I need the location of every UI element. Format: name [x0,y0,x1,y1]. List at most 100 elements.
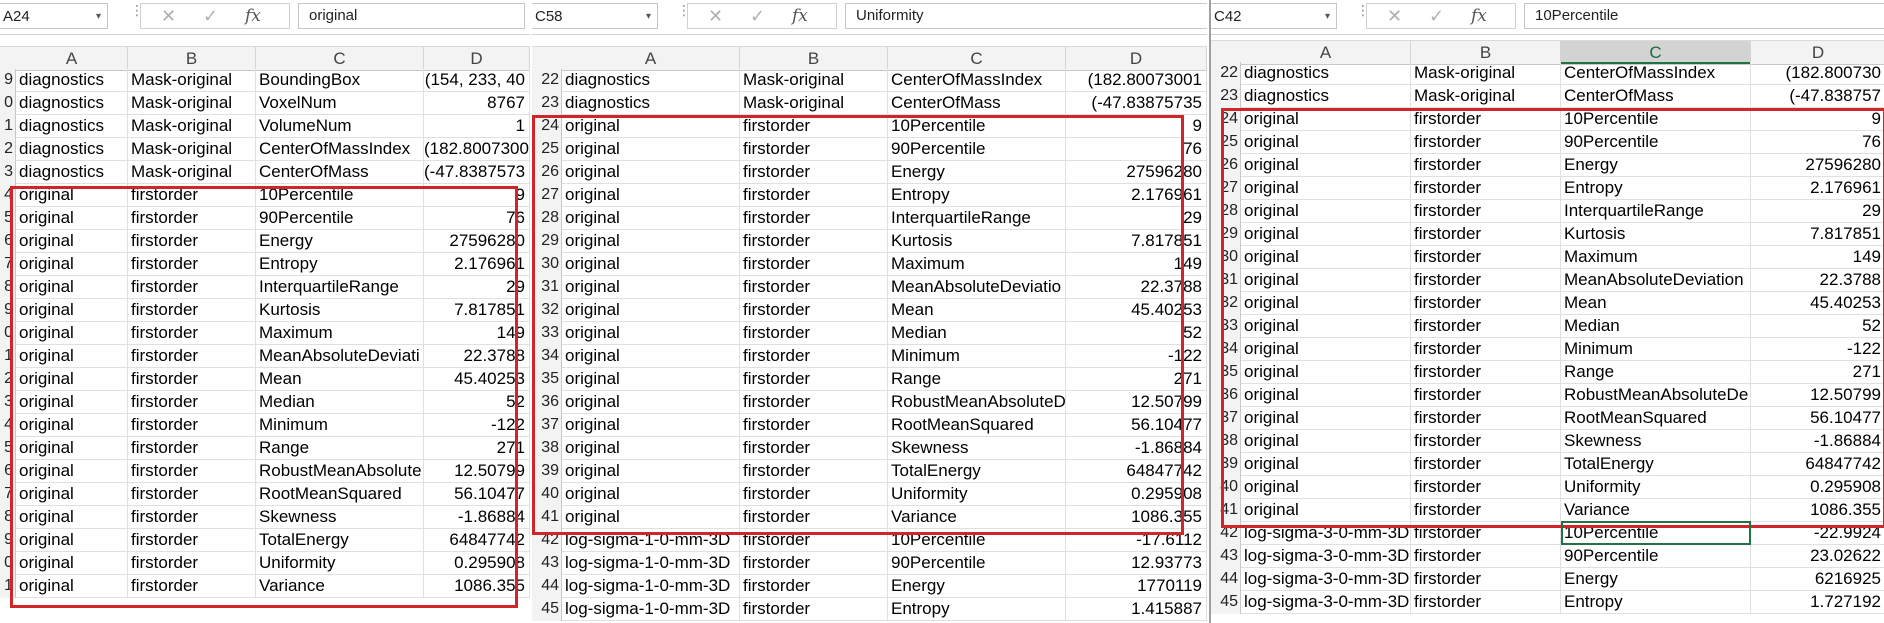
cell-c[interactable]: TotalEnergy [256,529,424,552]
cell-c[interactable]: RootMeanSquared [256,483,424,506]
cell-b[interactable]: firstorder [740,437,888,460]
cell-a[interactable]: log-sigma-3-0-mm-3D [1241,591,1411,614]
row-number[interactable]: 28 [532,207,562,230]
row-number[interactable]: 24 [1211,108,1241,131]
row-number[interactable]: 9 [0,299,16,322]
cell-a[interactable]: original [1241,430,1411,453]
row-number[interactable]: 23 [532,92,562,115]
row-number[interactable]: 40 [1211,476,1241,499]
cell-a[interactable]: original [562,230,740,253]
cancel-icon[interactable]: ✕ [708,7,723,25]
cell-d[interactable]: (-47.83875735 [1066,92,1207,115]
row-number[interactable]: 34 [1211,338,1241,361]
cell-c[interactable]: MeanAbsoluteDeviati [256,345,424,368]
cell-b[interactable]: firstorder [128,483,256,506]
cell-d[interactable]: 56.10477 [1751,407,1884,430]
cell-c[interactable]: Entropy [256,253,424,276]
row-number[interactable]: 28 [1211,200,1241,223]
cell-c[interactable]: CenterOfMass [888,92,1066,115]
cell-a[interactable]: original [1241,384,1411,407]
cell-b[interactable]: firstorder [740,483,888,506]
column-header-d[interactable]: D [1751,41,1884,64]
cell-c[interactable]: Energy [1561,154,1751,177]
cell-d[interactable]: 7.817851 [1751,223,1884,246]
enter-icon[interactable]: ✓ [1429,7,1444,25]
row-number[interactable]: 32 [1211,292,1241,315]
row-number[interactable]: 7 [0,483,16,506]
cell-b[interactable]: firstorder [128,230,256,253]
row-number[interactable]: 27 [1211,177,1241,200]
row-number[interactable]: 42 [1211,522,1241,545]
cell-d[interactable]: 27596280 [1066,161,1207,184]
cell-c[interactable]: Mean [1561,292,1751,315]
cell-d[interactable]: 149 [1066,253,1207,276]
column-header-a[interactable]: A [1241,41,1411,64]
column-header-c[interactable]: C [1561,41,1751,64]
row-number[interactable]: 22 [1211,62,1241,85]
cell-b[interactable]: firstorder [1411,407,1561,430]
cell-a[interactable]: original [16,483,128,506]
row-number[interactable]: 5 [0,207,16,230]
cell-b[interactable]: firstorder [128,552,256,575]
cell-a[interactable]: diagnostics [16,138,128,161]
row-number[interactable]: 30 [532,253,562,276]
cell-a[interactable]: log-sigma-1-0-mm-3D [562,598,740,621]
cell-d[interactable]: 12.50799 [1066,391,1207,414]
row-number[interactable]: 1 [0,345,16,368]
cell-d[interactable]: 2.176961 [1751,177,1884,200]
column-header-d[interactable]: D [1066,47,1207,70]
cell-d[interactable]: 1086.355 [1066,506,1207,529]
cell-a[interactable]: original [1241,476,1411,499]
cell-a[interactable]: original [16,207,128,230]
row-number[interactable]: 33 [532,322,562,345]
cell-d[interactable]: -1.86884 [424,506,530,529]
row-number[interactable]: 25 [532,138,562,161]
row-number[interactable]: 29 [532,230,562,253]
row-number[interactable]: 35 [532,368,562,391]
cell-a[interactable]: original [562,368,740,391]
cell-d[interactable]: 76 [1066,138,1207,161]
row-number[interactable]: 4 [0,184,16,207]
cell-d[interactable]: 149 [1751,246,1884,269]
cell-c[interactable]: Mean [256,368,424,391]
cell-d[interactable]: (182.800730 [1751,62,1884,85]
cell-c[interactable]: CenterOfMassIndex [888,69,1066,92]
cell-b[interactable]: firstorder [128,276,256,299]
cell-a[interactable]: log-sigma-3-0-mm-3D [1241,568,1411,591]
cell-b[interactable]: Mask-original [1411,62,1561,85]
cell-b[interactable]: firstorder [1411,499,1561,522]
cell-b[interactable]: firstorder [128,391,256,414]
cell-d[interactable]: 9 [424,184,530,207]
column-header-c[interactable]: C [888,47,1066,70]
cell-b[interactable]: firstorder [128,414,256,437]
row-number[interactable]: 9 [0,529,16,552]
cell-b[interactable]: firstorder [1411,476,1561,499]
cell-a[interactable]: original [562,161,740,184]
cell-b[interactable]: firstorder [740,276,888,299]
cell-c[interactable]: VolumeNum [256,115,424,138]
cell-b[interactable]: Mask-original [740,69,888,92]
cell-d[interactable]: 52 [424,391,530,414]
row-number[interactable]: 44 [1211,568,1241,591]
cell-d[interactable]: (154, 233, 40 [424,69,530,92]
cell-b[interactable]: firstorder [128,207,256,230]
cell-c[interactable]: Energy [888,161,1066,184]
cell-c[interactable]: Skewness [888,437,1066,460]
cell-c[interactable]: Uniformity [1561,476,1751,499]
cell-c[interactable]: 90Percentile [888,138,1066,161]
formula-input[interactable]: original [298,3,525,29]
cell-a[interactable]: original [562,207,740,230]
cell-d[interactable]: 271 [424,437,530,460]
cell-b[interactable]: firstorder [1411,545,1561,568]
row-number[interactable]: 0 [0,322,16,345]
cell-a[interactable]: diagnostics [1241,62,1411,85]
cell-b[interactable]: firstorder [1411,200,1561,223]
name-box[interactable]: C42 ▾ [1211,3,1337,29]
cell-c[interactable]: Minimum [1561,338,1751,361]
cell-d[interactable]: 45.40253 [1066,299,1207,322]
cell-a[interactable]: original [562,506,740,529]
name-box[interactable]: A24 ▾ [0,3,108,29]
cell-c[interactable]: Uniformity [888,483,1066,506]
cell-c[interactable]: CenterOfMassIndex [256,138,424,161]
cell-a[interactable]: original [16,322,128,345]
